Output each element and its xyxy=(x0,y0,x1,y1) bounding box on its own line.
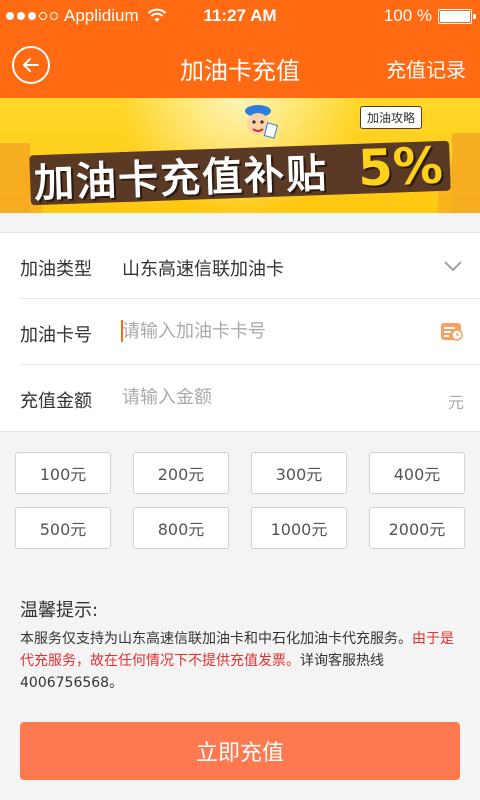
amount-option-500[interactable]: 500元 xyxy=(15,507,111,549)
amount-option-100[interactable]: 100元 xyxy=(15,452,111,494)
amount-unit: 元 xyxy=(447,393,464,412)
battery-icon xyxy=(438,8,476,24)
amount-option-1000[interactable]: 1000元 xyxy=(251,507,347,549)
amount-row: 充值金额 元 xyxy=(0,365,480,431)
fuel-type-value[interactable]: 山东高速信联加油卡 xyxy=(122,255,284,281)
card-number-input[interactable] xyxy=(122,321,422,342)
amount-option-300[interactable]: 300元 xyxy=(251,452,347,494)
fuel-guide-tag[interactable]: 加油攻略 xyxy=(360,106,423,129)
battery-group: 100 % xyxy=(383,6,476,26)
banner-percent: 5% xyxy=(357,136,444,198)
card-number-label: 加油卡号 xyxy=(20,325,92,346)
tips-body: 本服务仅支持为山东高速信联加油卡和中石化加油卡代充服务。由于是代充服务，故在任何… xyxy=(20,628,465,694)
status-bar: Applidium 11:27 AM 100 % xyxy=(0,0,480,32)
battery-percent: 100 % xyxy=(383,6,432,25)
card-history-icon[interactable] xyxy=(440,321,464,343)
submit-recharge-button[interactable]: 立即充值 xyxy=(20,722,460,780)
banner-slogan: 加油卡充值补贴 xyxy=(33,150,329,208)
recharge-history-link[interactable]: 充值记录 xyxy=(386,54,466,83)
fuel-type-label: 加油类型 xyxy=(20,259,92,280)
tips-section: 温馨提示: 本服务仅支持为山东高速信联加油卡和中石化加油卡代充服务。由于是代充服… xyxy=(20,596,465,694)
recharge-form: 加油类型 山东高速信联加油卡 加油卡号 充值金额 元 xyxy=(0,232,480,432)
amount-option-2000[interactable]: 2000元 xyxy=(369,507,465,549)
amount-label: 充值金额 xyxy=(20,391,92,412)
amount-option-200[interactable]: 200元 xyxy=(133,452,229,494)
mascot-icon xyxy=(245,105,278,139)
fuel-type-row[interactable]: 加油类型 山东高速信联加油卡 xyxy=(0,233,480,299)
card-number-row: 加油卡号 xyxy=(0,299,480,365)
amount-option-400[interactable]: 400元 xyxy=(369,452,465,494)
tips-title: 温馨提示: xyxy=(20,600,99,621)
amount-option-800[interactable]: 800元 xyxy=(133,507,229,549)
tips-text: 本服务仅支持为山东高速信联加油卡和中石化加油卡代充服务。 xyxy=(20,631,412,647)
nav-bar: 加油卡充值 充值记录 xyxy=(0,32,480,98)
chevron-down-icon[interactable] xyxy=(442,255,464,277)
text-cursor xyxy=(121,320,123,342)
promo-banner[interactable]: 加油卡充值补贴 5% 加油攻略 xyxy=(0,98,480,213)
amount-input[interactable] xyxy=(122,387,422,408)
